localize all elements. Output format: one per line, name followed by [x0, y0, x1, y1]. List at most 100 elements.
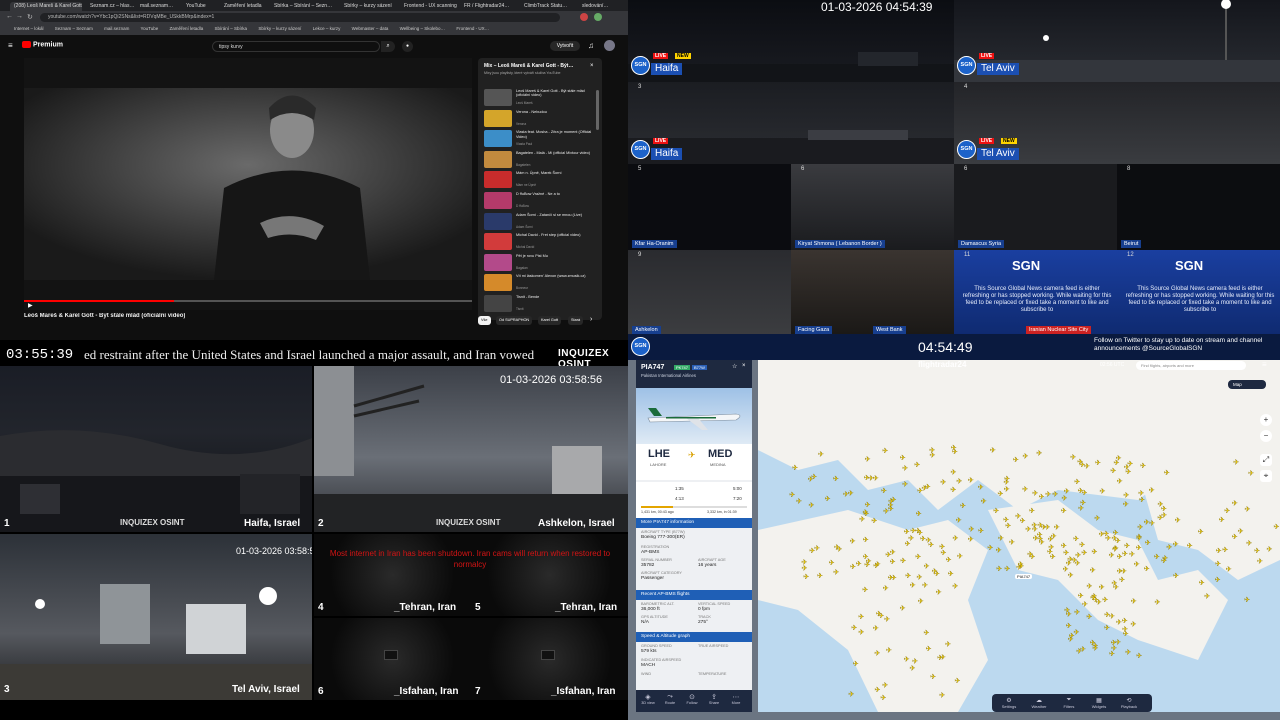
aircraft-marker[interactable]: ✈	[952, 583, 958, 591]
aircraft-marker[interactable]: ✈	[917, 488, 923, 495]
aircraft-marker[interactable]: ✈	[1125, 649, 1131, 657]
aircraft-marker[interactable]: ✈	[954, 678, 961, 685]
aircraft-marker[interactable]: ✈	[792, 465, 798, 472]
aircraft-marker[interactable]: ✈	[950, 487, 956, 494]
aircraft-marker[interactable]: ✈	[900, 558, 906, 565]
osint-cell-2[interactable]: 01-03-2026 03:58:56 2 INQUIZEX OSINT Ash…	[314, 366, 628, 532]
aircraft-marker[interactable]: ✈	[929, 452, 936, 460]
aircraft-marker[interactable]: ✈	[863, 537, 869, 544]
sgn-cell-3[interactable]: 3 SGN LIVE Haifa	[628, 82, 954, 164]
menu-icon[interactable]: ≡	[8, 41, 13, 50]
menu-icon[interactable]: ≡	[1262, 360, 1267, 369]
widgets-button[interactable]: ▦ Widgets	[1086, 697, 1112, 709]
aircraft-marker[interactable]: ✈	[873, 625, 879, 633]
aircraft-marker[interactable]: ✈	[1079, 542, 1085, 549]
aircraft-marker[interactable]: ✈	[968, 526, 975, 533]
aircraft-marker[interactable]: ✈	[1161, 558, 1167, 565]
aircraft-marker[interactable]: ✈	[862, 509, 869, 517]
aircraft-marker[interactable]: ✈	[884, 617, 890, 624]
aircraft-marker[interactable]: ✈	[902, 481, 908, 489]
aircraft-marker[interactable]: ✈	[1054, 524, 1060, 532]
aircraft-marker[interactable]: ✈	[1175, 517, 1181, 525]
aircraft-marker[interactable]: ✈	[996, 547, 1002, 554]
aircraft-marker[interactable]: ✈	[848, 691, 854, 699]
aircraft-marker[interactable]: ✈	[960, 503, 966, 510]
aircraft-marker[interactable]: ✈	[1051, 533, 1057, 540]
selected-flight-label[interactable]: PIA747	[1015, 574, 1033, 579]
aircraft-marker[interactable]: ✈	[915, 554, 921, 561]
bookmark[interactable]: Lekce – kurzy	[313, 26, 341, 31]
youtube-logo[interactable]: Premium	[22, 41, 63, 48]
playlist-item[interactable]: Leoš Mareš & Karel Gott - Být stále mlád…	[484, 88, 596, 108]
aircraft-marker[interactable]: ✈	[945, 557, 952, 564]
aircraft-marker[interactable]: ✈	[1033, 535, 1039, 542]
aircraft-marker[interactable]: ✈	[858, 614, 864, 621]
aircraft-marker[interactable]: ✈	[996, 566, 1002, 573]
aircraft-marker[interactable]: ✈	[1061, 543, 1067, 550]
playlist-item[interactable]: Vít mi láskomen' Alexon (www.zmusik.cz) B…	[484, 273, 596, 293]
aircraft-marker[interactable]: ✈	[914, 462, 920, 469]
aircraft-marker[interactable]: ✈	[993, 508, 999, 515]
aircraft-marker[interactable]: ✈	[1232, 534, 1238, 541]
aircraft-marker[interactable]: ✈	[811, 474, 817, 481]
scrollbar[interactable]	[596, 90, 599, 130]
aircraft-marker[interactable]: ✈	[931, 568, 938, 575]
microphone-icon[interactable]: ●	[402, 41, 413, 52]
aircraft-marker[interactable]: ✈	[1149, 520, 1155, 528]
aircraft-marker[interactable]: ✈	[968, 536, 974, 543]
aircraft-marker[interactable]: ✈	[864, 502, 871, 509]
aircraft-marker[interactable]: ✈	[1244, 507, 1251, 514]
bookmark[interactable]: Seznam – Seznam	[55, 26, 93, 31]
aircraft-marker[interactable]: ✈	[1074, 479, 1080, 486]
aircraft-marker[interactable]: ✈	[1108, 552, 1115, 560]
aircraft-marker[interactable]: ✈	[868, 476, 874, 483]
aircraft-marker[interactable]: ✈	[1091, 549, 1098, 556]
aircraft-marker[interactable]: ✈	[1104, 625, 1110, 632]
aircraft-marker[interactable]: ✈	[1096, 599, 1102, 606]
aircraft-marker[interactable]: ✈	[1017, 561, 1024, 568]
aircraft-marker[interactable]: ✈	[1094, 515, 1100, 522]
settings-button[interactable]: ⚙ Settings	[996, 697, 1022, 709]
aircraft-marker[interactable]: ✈	[1111, 580, 1118, 587]
aircraft-marker[interactable]: ✈	[1081, 550, 1087, 557]
weather-button[interactable]: ☁ Weather	[1026, 697, 1052, 709]
aircraft-marker[interactable]: ✈	[1078, 593, 1084, 600]
aircraft-marker[interactable]: ✈	[1086, 583, 1093, 591]
aircraft-marker[interactable]: ✈	[1246, 540, 1252, 547]
aircraft-marker[interactable]: ✈	[801, 565, 808, 572]
aircraft-marker[interactable]: ✈	[910, 582, 916, 589]
bookmark[interactable]: Wellbeing – Skolebo…	[400, 26, 445, 31]
playlist-item[interactable]: D ffuBow Vražné - Ne a to D ffuBow	[484, 191, 596, 211]
chip[interactable]: Karel Gott	[538, 316, 562, 325]
flight-search-input[interactable]: Find flights, airports and more	[1136, 361, 1246, 370]
aircraft-marker[interactable]: ✈	[1025, 526, 1031, 533]
aircraft-marker[interactable]: ✈	[858, 629, 864, 636]
aircraft-marker[interactable]: ✈	[997, 491, 1004, 498]
tab[interactable]: Frontend - UX scanning	[400, 2, 461, 11]
aircraft-marker[interactable]: ✈	[1254, 548, 1260, 555]
aircraft-marker[interactable]: ✈	[864, 562, 870, 569]
aircraft-marker[interactable]: ✈	[1105, 535, 1111, 542]
sgn-cell-9[interactable]: 9 Ashkelon	[628, 250, 791, 336]
aircraft-marker[interactable]: ✈	[1198, 529, 1204, 536]
sgn-cell-10[interactable]: Facing Gaza West Bank	[791, 250, 954, 336]
aircraft-marker[interactable]: ✈	[1199, 580, 1205, 587]
aircraft-marker[interactable]: ✈	[1084, 463, 1090, 471]
aircraft-marker[interactable]: ✈	[849, 539, 856, 546]
aircraft-marker[interactable]: ✈	[885, 552, 891, 559]
aircraft-marker[interactable]: ✈	[1013, 457, 1019, 464]
aircraft-marker[interactable]: ✈	[1081, 490, 1088, 497]
bookmark[interactable]: Webmaster – data	[352, 26, 389, 31]
create-button[interactable]: Vytvořit	[550, 41, 580, 51]
aircraft-marker[interactable]: ✈	[1216, 548, 1222, 555]
aircraft-marker[interactable]: ✈	[1119, 577, 1125, 584]
tab[interactable]: FR / Flightradar24…	[460, 2, 513, 11]
fullscreen-icon[interactable]: ⤢	[1260, 454, 1272, 466]
aircraft-marker[interactable]: ✈	[1122, 551, 1128, 558]
tab-active[interactable]: (208) Leoš Mareš & Karel Gott	[10, 2, 82, 11]
bookmark[interactable]: Frontend - UX…	[456, 26, 489, 31]
aircraft-marker[interactable]: ✈	[1121, 568, 1127, 576]
osint-cell-7[interactable]: 7 _Isfahan, Iran	[471, 618, 628, 700]
bookmark[interactable]: Zaměření letadla	[169, 26, 203, 31]
filters-button[interactable]: ⏷ Filters	[1056, 697, 1082, 709]
